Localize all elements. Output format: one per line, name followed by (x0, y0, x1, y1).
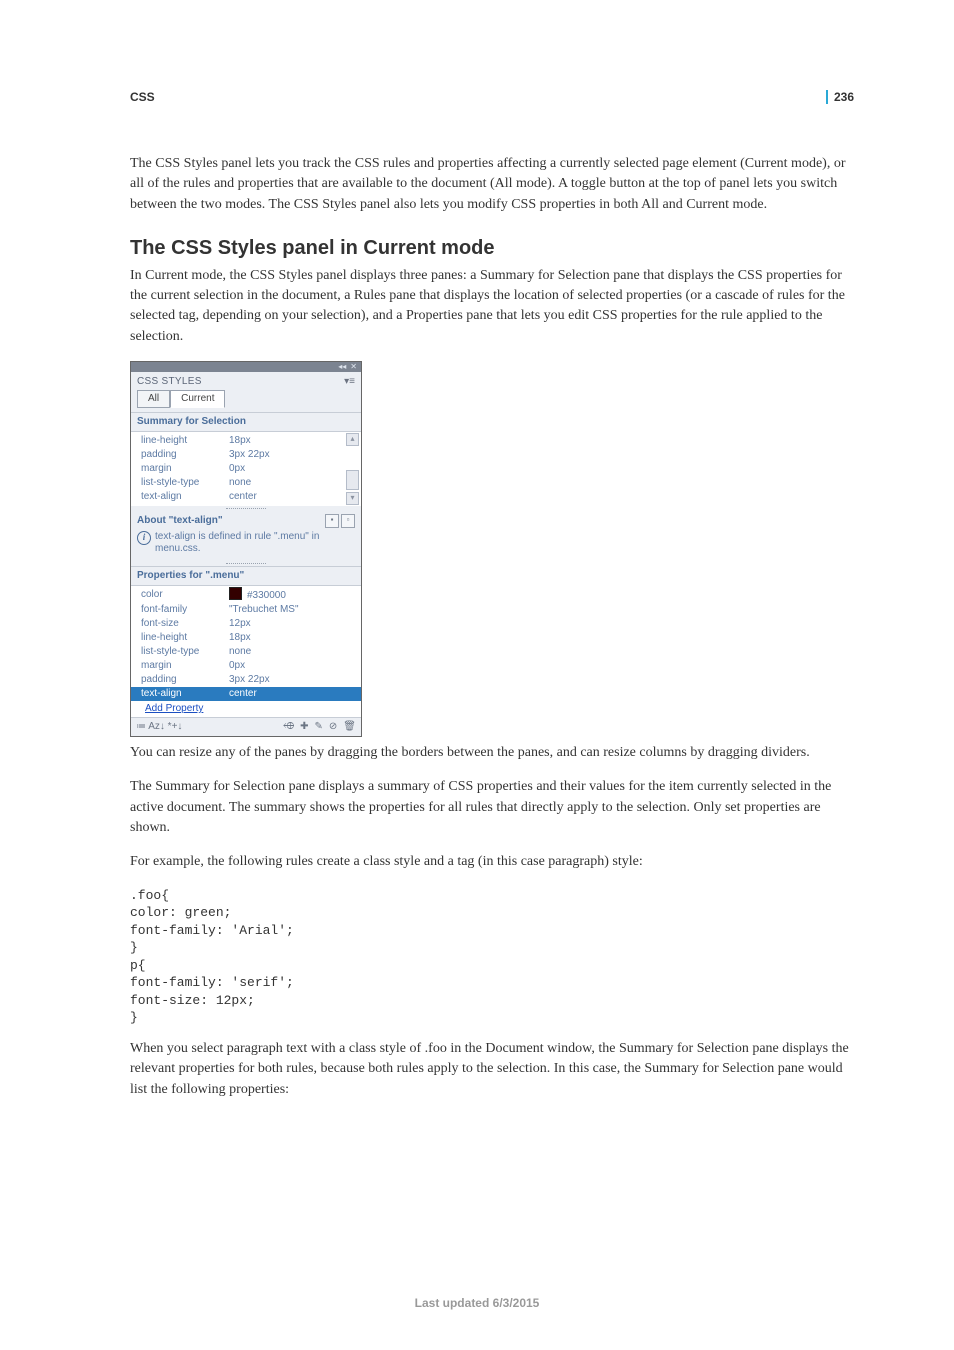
example-intro: For example, the following rules create … (130, 852, 854, 872)
summary-header: Summary for Selection (131, 412, 361, 432)
intro-paragraph: The CSS Styles panel lets you track the … (130, 154, 854, 215)
summary-row[interactable]: margin0px (131, 462, 347, 476)
collapse-icon[interactable]: ◂◂ (338, 362, 346, 372)
tab-all[interactable]: All (137, 390, 170, 408)
new-rule-icon[interactable]: ✚ (300, 721, 308, 733)
info-icon: i (137, 531, 151, 545)
scroll-up-icon[interactable]: ▴ (346, 433, 359, 446)
code-block: .foo{ color: green; font-family: 'Arial'… (130, 887, 854, 1027)
show-rules-icon[interactable]: ▫ (341, 514, 355, 528)
add-property-link[interactable]: Add Property (131, 701, 361, 717)
about-header: About "text-align" ▪ ▫ (131, 511, 361, 528)
disable-icon[interactable]: ⊘ (329, 721, 337, 733)
panel-footer: ≔ Aᴢ↓ *+↓ ⬲ ✚ ✎ ⊘ 🗑 (131, 717, 361, 736)
section-label: CSS (130, 90, 155, 104)
attach-stylesheet-icon[interactable]: ⬲ (283, 721, 294, 733)
property-row[interactable]: list-style-typenone (131, 645, 361, 659)
resize-note: You can resize any of the panes by dragg… (130, 743, 854, 763)
panel-title: CSS STYLES (137, 376, 202, 388)
example-followup: When you select paragraph text with a cl… (130, 1039, 854, 1100)
panel-menu-icon[interactable]: ▾≡ (344, 376, 355, 388)
summary-row[interactable]: text-aligncenter (131, 490, 347, 504)
show-cascade-icon[interactable]: ▪ (325, 514, 339, 528)
about-body: i text-align is defined in rule ".menu" … (131, 528, 361, 561)
close-icon[interactable]: ✕ (350, 362, 357, 372)
property-row[interactable]: padding3px 22px (131, 673, 361, 687)
trash-icon[interactable]: 🗑 (343, 721, 356, 733)
mode-description: In Current mode, the CSS Styles panel di… (130, 266, 854, 347)
page-number: 236 (826, 90, 854, 104)
view-mode-buttons[interactable]: ≔ Aᴢ↓ *+↓ (136, 721, 182, 733)
properties-header: Properties for ".menu" (131, 566, 361, 586)
summary-explain: The Summary for Selection pane displays … (130, 777, 854, 838)
last-updated: Last updated 6/3/2015 (0, 1296, 954, 1310)
section-heading: The CSS Styles panel in Current mode (130, 237, 854, 260)
edit-rule-icon[interactable]: ✎ (315, 721, 323, 733)
property-row[interactable]: color#330000 (131, 586, 361, 603)
scroll-thumb[interactable] (346, 470, 359, 490)
summary-row[interactable]: list-style-typenone (131, 476, 347, 490)
panel-titlebar[interactable]: ◂◂ ✕ (131, 362, 361, 372)
property-row[interactable]: font-size12px (131, 617, 361, 631)
tab-current[interactable]: Current (170, 390, 225, 408)
scroll-down-icon[interactable]: ▾ (346, 492, 359, 505)
property-row-selected[interactable]: text-aligncenter (131, 687, 361, 701)
property-row[interactable]: font-family"Trebuchet MS" (131, 603, 361, 617)
summary-list: line-height18px padding3px 22px margin0p… (131, 432, 361, 506)
properties-list: color#330000 font-family"Trebuchet MS" f… (131, 586, 361, 717)
summary-row[interactable]: padding3px 22px (131, 448, 347, 462)
property-row[interactable]: margin0px (131, 659, 361, 673)
css-styles-panel: ◂◂ ✕ CSS STYLES ▾≡ All Current Summary f… (130, 361, 362, 737)
summary-row[interactable]: line-height18px (131, 434, 347, 448)
color-swatch[interactable] (229, 587, 242, 600)
property-row[interactable]: line-height18px (131, 631, 361, 645)
